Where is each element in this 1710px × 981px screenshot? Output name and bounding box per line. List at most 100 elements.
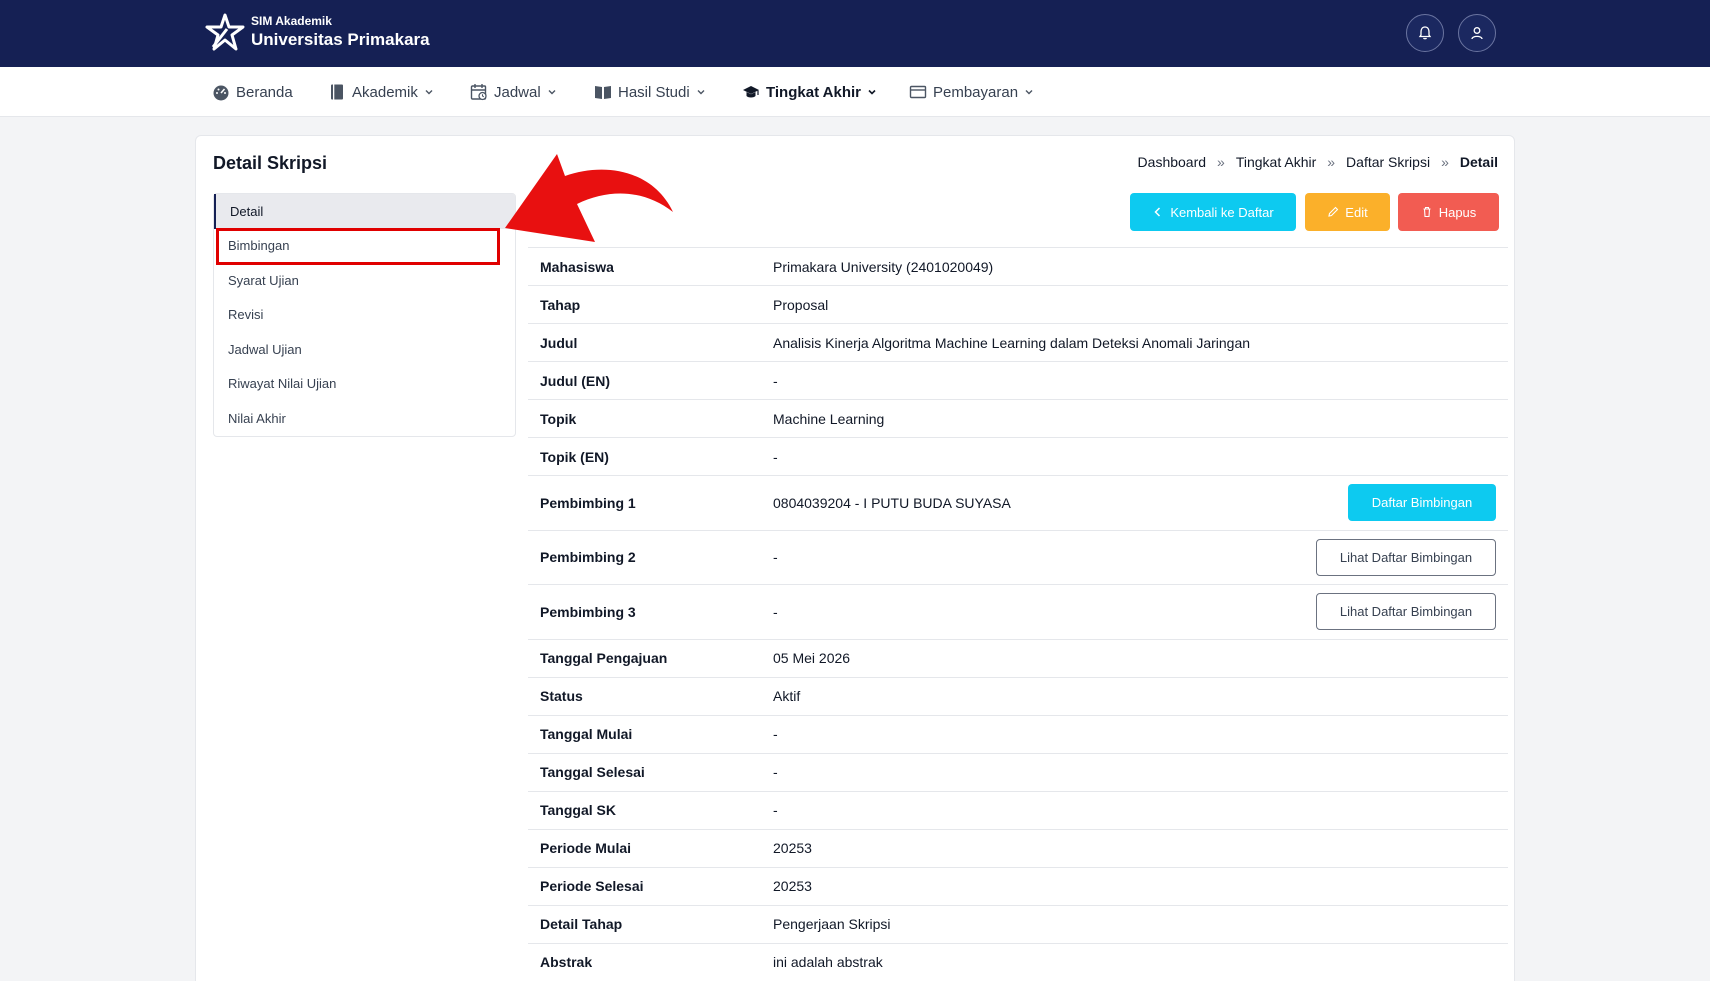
page-title: Detail Skripsi [213, 153, 328, 173]
side-item-riwayat-nilai-ujian[interactable]: Riwayat Nilai Ujian [214, 367, 515, 402]
book-icon [331, 84, 343, 100]
back-to-list-label: Kembali ke Daftar [1170, 204, 1274, 220]
side-item-revisi[interactable]: Revisi [214, 298, 515, 333]
detail-card: Detail Skripsi Dashboard » Tingkat Akhir… [195, 135, 1515, 981]
detail-row-detail-tahap: Detail Tahap Pengerjaan Skripsi [528, 904, 1508, 943]
row-value: Aktif [773, 688, 801, 704]
chevron-down-icon [1025, 90, 1033, 95]
trash-icon [1423, 206, 1431, 218]
breadcrumb-separator: » [1327, 154, 1336, 170]
row-label: Pembimbing 3 [540, 603, 636, 620]
row-label: Tanggal Selesai [540, 764, 645, 780]
bell-icon [1418, 26, 1432, 40]
nav-item-jadwal[interactable]: Jadwal [470, 67, 557, 117]
edit-button[interactable]: Edit [1305, 193, 1390, 231]
detail-row-topik: Topik Machine Learning [528, 399, 1508, 437]
side-item-nilai-akhir[interactable]: Nilai Akhir [214, 401, 515, 436]
row-label: Mahasiswa [540, 258, 614, 275]
row-label: Abstrak [540, 954, 593, 970]
side-item-detail[interactable]: Detail [214, 194, 515, 229]
row-value: - [773, 764, 778, 780]
bimbingan-highlight-box [216, 228, 500, 265]
graduation-cap-icon [743, 86, 759, 98]
row-value: - [773, 372, 778, 389]
row-value: 05 Mei 2026 [773, 650, 851, 666]
breadcrumb-detail: Detail [1459, 154, 1498, 170]
breadcrumb-dashboard[interactable]: Dashboard [1138, 154, 1207, 170]
row-value: Machine Learning [773, 410, 885, 427]
nav-label: Hasil Studi [618, 83, 690, 101]
user-icon [1471, 27, 1483, 40]
detail-row-topik-en: Topik (EN) - [528, 437, 1508, 475]
chevron-down-icon [697, 90, 705, 95]
pencil-icon [1328, 206, 1339, 217]
row-label: Tanggal SK [540, 802, 616, 818]
nav-item-beranda[interactable]: Beranda [212, 67, 293, 117]
breadcrumb-daftar-skripsi[interactable]: Daftar Skripsi [1346, 154, 1430, 170]
brand-title[interactable]: Universitas Primakara [251, 30, 430, 50]
nav-label: Akademik [352, 83, 418, 101]
open-book-icon [595, 86, 611, 99]
chevron-down-icon [548, 90, 556, 95]
row-label: Judul (EN) [540, 372, 610, 389]
row-label: Topik (EN) [540, 448, 609, 465]
user-menu-button[interactable] [1458, 14, 1496, 52]
lihat-daftar-bimbingan-button-2[interactable]: Lihat Daftar Bimbingan [1316, 538, 1496, 576]
detail-row-pembimbing-2: Pembimbing 2 - Lihat Daftar Bimbingan [528, 529, 1508, 585]
row-label: Tanggal Pengajuan [540, 650, 668, 666]
detail-row-status: Status Aktif [528, 676, 1508, 715]
row-label: Topik [540, 410, 577, 427]
row-label: Status [540, 688, 583, 704]
nav-item-pembayaran[interactable]: Pembayaran [909, 67, 1034, 117]
detail-row-tanggal-pengajuan: Tanggal Pengajuan 05 Mei 2026 [528, 638, 1508, 677]
row-label: Detail Tahap [540, 916, 623, 932]
row-label: Pembimbing 2 [540, 549, 636, 566]
brand-subtitle: SIM Akademik [251, 14, 332, 28]
row-label: Pembimbing 1 [540, 494, 636, 511]
detail-row-judul: Judul Analisis Kinerja Algoritma Machine… [528, 323, 1508, 361]
lihat-daftar-bimbingan-button-3[interactable]: Lihat Daftar Bimbingan [1316, 593, 1496, 631]
red-curved-arrow-icon [505, 154, 673, 242]
notification-button[interactable] [1406, 14, 1444, 52]
nav-label: Tingkat Akhir [766, 83, 862, 101]
breadcrumb-separator: » [1441, 154, 1449, 170]
main-nav: Beranda Akademik Jadwal Hasil Studi Ting… [0, 67, 1710, 117]
side-item-jadwal-ujian[interactable]: Jadwal Ujian [214, 332, 515, 367]
row-value: Analisis Kinerja Algoritma Machine Learn… [773, 334, 1251, 351]
detail-row-pembimbing-1: Pembimbing 1 0804039204 - I PUTU BUDA SU… [528, 475, 1508, 530]
row-value: 20253 [773, 878, 812, 894]
top-bar: SIM Akademik Universitas Primakara [0, 0, 1710, 67]
edit-label: Edit [1345, 204, 1368, 220]
row-label: Periode Mulai [540, 840, 632, 856]
breadcrumb-separator: » [1217, 154, 1225, 170]
daftar-bimbingan-button[interactable]: Daftar Bimbingan [1348, 484, 1496, 522]
side-item-syarat-ujian[interactable]: Syarat Ujian [214, 263, 515, 298]
delete-label: Hapus [1438, 204, 1477, 220]
chevron-left-icon [1154, 207, 1161, 217]
nav-item-hasil-studi[interactable]: Hasil Studi [594, 67, 706, 117]
breadcrumb-tingkat-akhir[interactable]: Tingkat Akhir [1236, 154, 1316, 170]
nav-item-tingkat-akhir[interactable]: Tingkat Akhir [742, 67, 877, 117]
detail-table: Mahasiswa Primakara University (24010200… [528, 247, 1508, 981]
back-to-list-button[interactable]: Kembali ke Daftar [1130, 193, 1296, 231]
wallet-icon [909, 85, 927, 99]
row-value: - [773, 726, 778, 742]
row-value: - [773, 802, 778, 818]
logo-star-icon[interactable] [205, 13, 245, 53]
row-value: ini adalah abstrak [773, 954, 883, 970]
nav-item-akademik[interactable]: Akademik [328, 67, 434, 117]
row-label: Judul [540, 334, 578, 351]
nav-label: Pembayaran [933, 83, 1019, 101]
nav-label: Beranda [236, 83, 293, 101]
detail-row-tanggal-selesai: Tanggal Selesai - [528, 752, 1508, 791]
detail-row-periode-selesai: Periode Selesai 20253 [528, 866, 1508, 905]
row-value: Primakara University (2401020049) [773, 258, 994, 275]
delete-button[interactable]: Hapus [1398, 193, 1499, 231]
detail-row-tanggal-mulai: Tanggal Mulai - [528, 714, 1508, 753]
detail-row-tahap: Tahap Proposal [528, 285, 1508, 323]
detail-row-abstrak: Abstrak ini adalah abstrak [528, 942, 1508, 981]
row-value: - [773, 448, 778, 465]
chevron-down-icon [425, 90, 433, 95]
chevron-down-icon [868, 89, 876, 95]
detail-row-pembimbing-3: Pembimbing 3 - Lihat Daftar Bimbingan [528, 584, 1508, 639]
